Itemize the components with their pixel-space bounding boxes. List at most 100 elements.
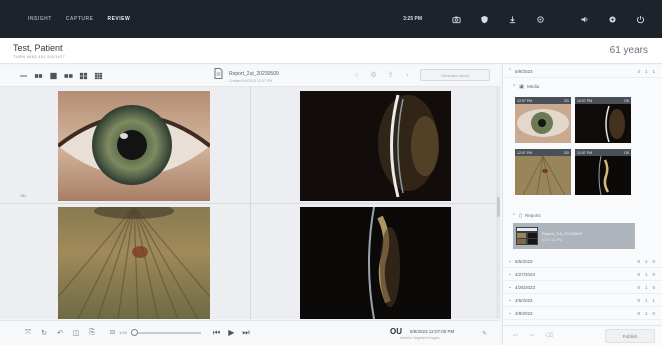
- layout-2x1-icon[interactable]: [63, 72, 73, 80]
- session-counts: 010: [637, 259, 655, 264]
- session-date: 5/9/2023: [515, 68, 533, 74]
- thumb-time: 12:07 PM: [517, 98, 532, 103]
- report-title: Report_2ut_20230509: [229, 70, 279, 77]
- image-datetime: 5/9/2023 12:07:00 PM: [410, 329, 455, 334]
- nav-review[interactable]: REVIEW: [107, 16, 130, 22]
- layout-1x1-icon[interactable]: [18, 72, 28, 80]
- image-iris-detail[interactable]: [58, 207, 210, 319]
- rotate-icon[interactable]: ↻: [40, 329, 48, 337]
- viewer-scrollbar[interactable]: [496, 87, 500, 319]
- session-row[interactable]: ⌄ 4/26/2023 010: [503, 281, 662, 294]
- session-panel: ⌃ 5/9/2023 4 1 1 ⌃ ▣ Media 12:07 PM OD 12…: [502, 65, 662, 345]
- session-date: 4/26/2023: [515, 284, 536, 290]
- nav-insight[interactable]: INSIGHT: [28, 16, 52, 22]
- count-images: 0: [637, 258, 640, 264]
- count-reports: 0: [652, 284, 655, 290]
- image-lens-section[interactable]: [300, 207, 451, 319]
- patient-header: Test, Patient TURN 9483 401 5/3/1977 61 …: [0, 38, 662, 64]
- settings-icon[interactable]: [598, 0, 626, 38]
- nav-capture[interactable]: CAPTURE: [66, 16, 94, 22]
- share-icon[interactable]: ⇪: [386, 71, 395, 80]
- media-thumbnail[interactable]: 12:07 PM OS: [575, 149, 631, 195]
- reports-label: Reports: [524, 213, 541, 218]
- camera-icon[interactable]: [442, 0, 470, 38]
- settings-small-icon[interactable]: ⚙: [369, 71, 378, 80]
- image-subtitle: Anterior Segment Images: [400, 336, 440, 340]
- layout-switcher: [0, 72, 103, 80]
- count-reports: 1: [652, 68, 655, 74]
- generate-report-button[interactable]: Generate report: [420, 69, 490, 81]
- image-eye-front[interactable]: [58, 91, 210, 201]
- session-date: 4/27/2023: [515, 271, 536, 277]
- cell-badge-eye-front: OD: [20, 193, 26, 198]
- top-right-tools: 3:25 PM: [403, 0, 654, 38]
- publish-button[interactable]: Publish: [605, 329, 655, 343]
- count-media: 1: [644, 284, 648, 290]
- skip-back-icon[interactable]: ⏮: [213, 328, 220, 338]
- thumb-header: 12:07 PM OS: [575, 97, 631, 104]
- zoom-label: 1:00: [119, 330, 127, 335]
- report-list-item[interactable]: Report_2ut_20230509 12:07:22 PM: [513, 223, 635, 249]
- media-thumbnail[interactable]: 12:07 PM OS: [575, 97, 631, 143]
- chevron-down-icon: ⌄: [507, 297, 513, 303]
- media-section-header[interactable]: ⌃ ▣ Media: [509, 81, 659, 92]
- skip-forward-icon[interactable]: ⏭: [242, 328, 249, 338]
- thumb-time: 12:07 PM: [577, 98, 592, 103]
- play-icon[interactable]: ▶: [228, 328, 234, 338]
- count-images: 0: [637, 310, 640, 316]
- chevron-down-icon: ⌄: [507, 310, 513, 316]
- delete-icon[interactable]: ⌫: [545, 332, 553, 339]
- power-icon[interactable]: [626, 0, 654, 38]
- volume-icon[interactable]: [570, 0, 598, 38]
- thumb-eye: OD: [563, 98, 569, 103]
- thumb-eye: OS: [623, 98, 629, 103]
- session-date: 4/5/2023: [515, 297, 533, 303]
- fullscreen-icon[interactable]: ⤧: [24, 329, 32, 337]
- undo-icon[interactable]: ↶: [56, 329, 64, 337]
- report-title-block[interactable]: Report_2ut_20230509 Created 5/9/2023 12:…: [214, 68, 279, 83]
- image-viewer: OD: [0, 87, 500, 319]
- chevron-down-icon: ⌄: [507, 284, 513, 290]
- thumb-header: 12:07 PM OS: [575, 149, 631, 156]
- session-row[interactable]: ⌄ 4/5/2023 011: [503, 294, 662, 307]
- back-arrow-icon[interactable]: ‹: [403, 71, 412, 80]
- layout-1x2-icon[interactable]: [33, 72, 43, 80]
- session-row[interactable]: ⌃ 5/9/2023 4 1 1: [503, 65, 662, 78]
- count-images: 4: [637, 68, 640, 74]
- layout-single-icon[interactable]: [48, 72, 58, 80]
- shield-icon[interactable]: [470, 0, 498, 38]
- layout-2x2-icon[interactable]: [78, 72, 88, 80]
- info-icon[interactable]: ○: [352, 71, 361, 80]
- patient-age: 61 years: [609, 45, 648, 56]
- count-reports: 0: [652, 258, 655, 264]
- layout-3x3-icon[interactable]: [93, 72, 103, 80]
- media-thumbnail[interactable]: 12:07 PM OD: [515, 97, 571, 143]
- back-icon[interactable]: ↩: [513, 332, 518, 339]
- zoom-control: ⊟ 1:00: [110, 328, 201, 336]
- gear-outline-icon[interactable]: [526, 0, 554, 38]
- thumb-header: 12:07 PM OD: [515, 97, 571, 104]
- clock: 3:25 PM: [403, 16, 422, 22]
- session-row[interactable]: ⌄ 4/27/2023 010: [503, 268, 662, 281]
- playback-controls: ⏮ ▶ ⏭: [213, 328, 250, 338]
- main-nav: INSIGHT CAPTURE REVIEW: [0, 16, 130, 22]
- session-row[interactable]: ⌄ 3/9/2023 010: [503, 307, 662, 320]
- copy-icon[interactable]: ⎘: [88, 329, 96, 337]
- chevron-down-icon: ⌄: [507, 271, 513, 277]
- zoom-slider-knob[interactable]: [130, 328, 138, 336]
- download-icon[interactable]: [498, 0, 526, 38]
- image-slit-lamp[interactable]: [300, 91, 451, 201]
- count-reports: 0: [652, 271, 655, 277]
- document-icon: ▯: [519, 212, 522, 219]
- media-thumbnail[interactable]: 12:07 PM OD: [515, 149, 571, 195]
- compare-icon[interactable]: ◫: [72, 329, 80, 337]
- count-reports: 0: [652, 310, 655, 316]
- zoom-slider[interactable]: [130, 328, 201, 336]
- annotate-icon[interactable]: ✎: [482, 330, 487, 337]
- forward-icon[interactable]: ↪: [529, 332, 534, 339]
- app-window: INSIGHT CAPTURE REVIEW 3:25 PM Test, Pat…: [0, 0, 662, 345]
- scrollbar-thumb[interactable]: [496, 197, 500, 217]
- reports-section-header[interactable]: ⌃ ▯ Reports: [509, 210, 659, 221]
- eye-indicator: OU: [390, 327, 402, 336]
- session-row[interactable]: ⌄ 5/5/2023 010: [503, 255, 662, 268]
